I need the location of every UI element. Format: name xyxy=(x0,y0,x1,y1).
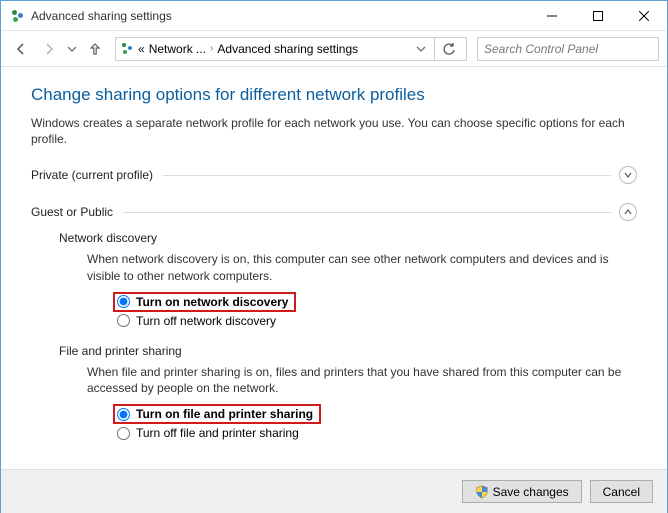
file-printer-title: File and printer sharing xyxy=(59,344,637,358)
refresh-button[interactable] xyxy=(434,37,462,61)
network-discovery-off-radio[interactable] xyxy=(117,314,130,327)
divider xyxy=(123,212,611,213)
file-printer-off-label[interactable]: Turn off file and printer sharing xyxy=(136,426,299,440)
page-heading: Change sharing options for different net… xyxy=(31,85,637,105)
section-private: Private (current profile) xyxy=(31,161,637,188)
section-guest-header[interactable]: Guest or Public xyxy=(31,199,637,225)
file-printer-off-row: Turn off file and printer sharing xyxy=(117,424,637,442)
window-title: Advanced sharing settings xyxy=(31,9,172,23)
breadcrumb-prefix[interactable]: « xyxy=(138,42,145,56)
page-intro: Windows creates a separate network profi… xyxy=(31,115,637,147)
network-discovery-off-row: Turn off network discovery xyxy=(117,312,637,330)
close-button[interactable] xyxy=(621,1,667,31)
section-private-header[interactable]: Private (current profile) xyxy=(31,162,637,188)
up-button[interactable] xyxy=(83,37,107,61)
breadcrumb-part2[interactable]: Advanced sharing settings xyxy=(217,42,358,56)
history-dropdown[interactable] xyxy=(65,37,79,61)
address-bar[interactable]: « Network ... › Advanced sharing setting… xyxy=(115,37,467,61)
cancel-label: Cancel xyxy=(603,485,640,499)
breadcrumb-part1[interactable]: Network ... xyxy=(149,42,206,56)
network-discovery-on-label[interactable]: Turn on network discovery xyxy=(136,295,288,309)
breadcrumb-sep-icon: › xyxy=(210,43,213,54)
forward-button[interactable] xyxy=(37,37,61,61)
cancel-button[interactable]: Cancel xyxy=(590,480,653,503)
file-printer-on-label[interactable]: Turn on file and printer sharing xyxy=(136,407,313,421)
content-area: Change sharing options for different net… xyxy=(1,67,667,469)
save-changes-button[interactable]: Save changes xyxy=(462,480,582,503)
network-discovery-on-highlight: Turn on network discovery xyxy=(113,292,296,312)
address-dropdown-icon[interactable] xyxy=(416,44,426,54)
network-discovery-desc: When network discovery is on, this compu… xyxy=(87,251,637,283)
file-printer-on-radio[interactable] xyxy=(117,408,130,421)
network-discovery-on-radio[interactable] xyxy=(117,295,130,308)
chevron-down-icon[interactable] xyxy=(619,166,637,184)
file-printer-off-radio[interactable] xyxy=(117,427,130,440)
window-controls xyxy=(529,1,667,31)
title-bar: Advanced sharing settings xyxy=(1,1,667,31)
chevron-up-icon[interactable] xyxy=(619,203,637,221)
title-bar-left: Advanced sharing settings xyxy=(1,8,172,24)
address-icon xyxy=(120,42,134,56)
save-changes-label: Save changes xyxy=(493,485,569,499)
back-button[interactable] xyxy=(9,37,33,61)
file-printer-on-highlight: Turn on file and printer sharing xyxy=(113,404,321,424)
search-input[interactable] xyxy=(484,42,652,56)
network-discovery-title: Network discovery xyxy=(59,231,637,245)
toolbar: « Network ... › Advanced sharing setting… xyxy=(1,31,667,67)
minimize-button[interactable] xyxy=(529,1,575,31)
section-guest: Guest or Public Network discovery When n… xyxy=(31,198,637,442)
section-guest-title: Guest or Public xyxy=(31,205,113,219)
maximize-button[interactable] xyxy=(575,1,621,31)
footer: Save changes Cancel xyxy=(1,469,667,513)
shield-icon xyxy=(475,485,489,499)
search-box[interactable] xyxy=(477,37,659,61)
file-printer-desc: When file and printer sharing is on, fil… xyxy=(87,364,637,396)
network-icon xyxy=(9,8,25,24)
network-discovery-off-label[interactable]: Turn off network discovery xyxy=(136,314,276,328)
section-private-title: Private (current profile) xyxy=(31,168,153,182)
divider xyxy=(163,175,611,176)
